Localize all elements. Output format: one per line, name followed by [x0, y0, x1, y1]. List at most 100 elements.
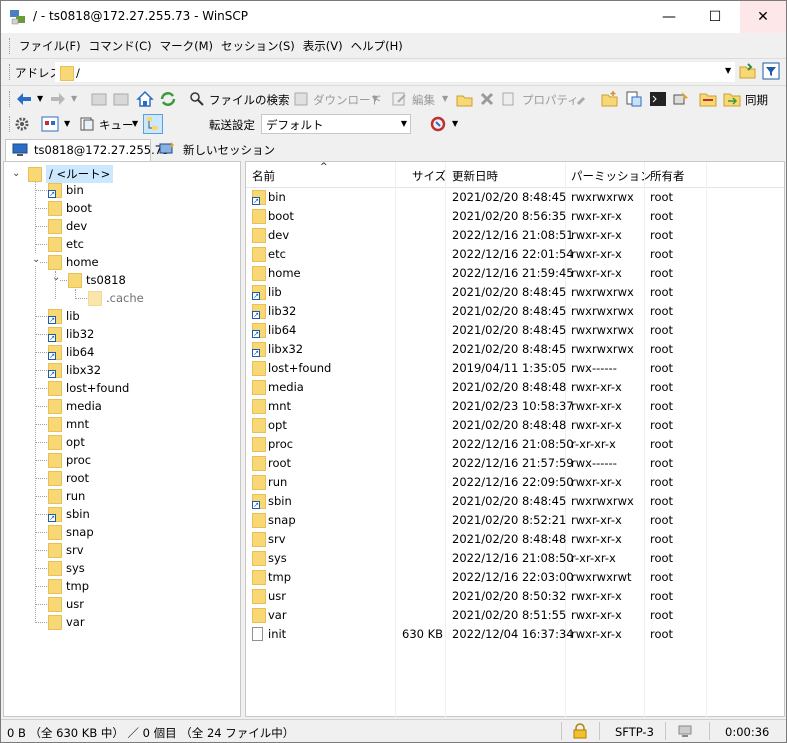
table-row[interactable]: proc 2022/12/16 21:08:50 r-xr-xr-x root	[246, 435, 784, 454]
table-row[interactable]: opt 2021/02/20 8:48:48 rwxr-xr-x root	[246, 416, 784, 435]
filter-icon[interactable]	[762, 62, 780, 80]
table-row[interactable]: ↗ libx32 2021/02/20 8:48:45 rwxrwxrwx root	[246, 340, 784, 359]
tree-item[interactable]: ts0818	[68, 271, 126, 289]
download-dropdown-icon[interactable]: ▼	[372, 94, 378, 103]
table-row[interactable]: mnt 2021/02/23 10:58:37 rwxr-xr-x root	[246, 397, 784, 416]
delete-icon[interactable]	[479, 91, 495, 107]
tree-item[interactable]: run	[48, 487, 85, 505]
table-row[interactable]: home 2022/12/16 21:59:45 rwxr-xr-x root	[246, 264, 784, 283]
root-dir-icon[interactable]	[113, 91, 129, 107]
synchronize-icon[interactable]	[723, 90, 741, 108]
table-row[interactable]: boot 2021/02/20 8:56:35 rwxr-xr-x root	[246, 207, 784, 226]
table-row[interactable]: tmp 2022/12/16 22:03:00 rwxrwxrwt root	[246, 568, 784, 587]
column-header-size[interactable]: サイズ	[412, 168, 446, 184]
queue-dropdown-icon[interactable]: ▼	[132, 119, 138, 128]
tab-session[interactable]: ts0818@172.27.255.73	[5, 139, 169, 161]
tree-item[interactable]: ↗ libx32	[48, 361, 101, 379]
parent-dir-icon[interactable]	[91, 91, 107, 107]
chevron-down-icon[interactable]: ⌄	[32, 254, 41, 265]
table-row[interactable]: ↗ lib 2021/02/20 8:48:45 rwxrwxrwx root	[246, 283, 784, 302]
tree-item[interactable]: root	[48, 469, 89, 487]
terminal-icon[interactable]	[649, 90, 667, 108]
tree-item[interactable]: etc	[48, 235, 84, 253]
tree-item[interactable]: opt	[48, 433, 85, 451]
find-files-button[interactable]: ファイルの検索	[209, 92, 290, 108]
tree-item[interactable]: ↗ sbin	[48, 505, 90, 523]
tree-item[interactable]: mnt	[48, 415, 89, 433]
menu-help[interactable]: ヘルプ(H)	[348, 38, 406, 54]
preferences-gear-icon[interactable]	[14, 116, 30, 132]
tree-item[interactable]: home	[48, 253, 99, 271]
tree-item[interactable]: ↗ bin	[48, 181, 84, 199]
lock-icon[interactable]	[573, 723, 587, 739]
directory-tree[interactable]: ⌄ / <ルート> ↗ bin boot dev etc home ⌄ ts0818 ⌄ .cac…	[3, 161, 241, 717]
properties-button[interactable]: プロパティ	[522, 92, 579, 108]
home-icon[interactable]	[136, 90, 154, 108]
table-row[interactable]: sys 2022/12/16 21:08:50 r-xr-xr-x root	[246, 549, 784, 568]
transfer-sync-dropdown-icon[interactable]: ▼	[452, 119, 458, 128]
chevron-down-icon[interactable]: ⌄	[12, 168, 20, 179]
column-header-name[interactable]: 名前	[252, 168, 275, 184]
color-dropdown-icon[interactable]: ▼	[64, 119, 70, 128]
color-icon[interactable]	[41, 116, 59, 132]
tree-toggle-icon[interactable]	[143, 114, 163, 134]
compare-folders-icon[interactable]	[699, 90, 717, 108]
tree-item[interactable]: usr	[48, 595, 84, 613]
column-header-permissions[interactable]: パーミッション	[571, 168, 652, 184]
table-row[interactable]: ↗ lib32 2021/02/20 8:48:45 rwxrwxrwx root	[246, 302, 784, 321]
forward-arrow-icon[interactable]	[49, 91, 67, 107]
tree-item[interactable]: ↗ lib	[48, 307, 80, 325]
menu-mark[interactable]: マーク(M)	[157, 38, 216, 54]
minimize-button[interactable]: —	[646, 1, 692, 33]
tree-item[interactable]: snap	[48, 523, 94, 541]
open-folder-icon[interactable]	[739, 62, 757, 80]
queue-button[interactable]: キュー	[99, 117, 134, 133]
back-arrow-icon[interactable]	[15, 91, 33, 107]
forward-dropdown-icon[interactable]: ▼	[71, 94, 77, 103]
transfer-sync-icon[interactable]	[429, 115, 447, 133]
address-dropdown-icon[interactable]: ▼	[725, 66, 731, 75]
table-row[interactable]: root 2022/12/16 21:57:59 rwx------ root	[246, 454, 784, 473]
tree-item[interactable]: srv	[48, 541, 84, 559]
back-dropdown-icon[interactable]: ▼	[37, 94, 43, 103]
edit-dropdown-icon[interactable]: ▼	[442, 94, 448, 103]
wrench-icon[interactable]	[575, 91, 591, 107]
tree-item[interactable]: var	[48, 613, 85, 631]
menu-session[interactable]: セッション(S)	[218, 38, 298, 54]
table-row[interactable]: usr 2021/02/20 8:50:32 rwxr-xr-x root	[246, 587, 784, 606]
table-row[interactable]: lost+found 2019/04/11 1:35:05 rwx------ roo…	[246, 359, 784, 378]
chevron-down-icon[interactable]: ⌄	[52, 272, 61, 283]
menu-command[interactable]: コマンド(C)	[86, 38, 155, 54]
tree-item[interactable]: dev	[48, 217, 87, 235]
table-row[interactable]: dev 2022/12/16 21:08:51 rwxr-xr-x root	[246, 226, 784, 245]
tree-item[interactable]: .cache	[88, 289, 144, 307]
table-row[interactable]: snap 2021/02/20 8:52:21 rwxr-xr-x root	[246, 511, 784, 530]
table-row[interactable]: ↗ bin 2021/02/20 8:48:45 rwxrwxrwx root	[246, 188, 784, 207]
tree-item[interactable]: media	[48, 397, 102, 415]
maximize-button[interactable]: ☐	[692, 1, 738, 33]
tree-item[interactable]: ↗ lib32	[48, 325, 94, 343]
table-row[interactable]: var 2021/02/20 8:51:55 rwxr-xr-x root	[246, 606, 784, 625]
table-row[interactable]: run 2022/12/16 22:09:50 rwxr-xr-x root	[246, 473, 784, 492]
transfer-settings-select[interactable]: デフォルト ▼	[261, 114, 411, 134]
table-row[interactable]: srv 2021/02/20 8:48:48 rwxr-xr-x root	[246, 530, 784, 549]
table-row[interactable]: media 2021/02/20 8:48:48 rwxr-xr-x root	[246, 378, 784, 397]
table-row[interactable]: etc 2022/12/16 22:01:54 rwxr-xr-x root	[246, 245, 784, 264]
putty-icon[interactable]	[672, 90, 690, 108]
tree-item[interactable]: tmp	[48, 577, 89, 595]
tree-item[interactable]: sys	[48, 559, 85, 577]
file-list[interactable]: 名前 ^ サイズ 更新日時 パーミッション 所有者 ↗ bin 2021/02/20…	[245, 161, 785, 718]
close-button[interactable]: ✕	[740, 1, 786, 33]
refresh-icon[interactable]	[159, 90, 177, 108]
tree-item[interactable]: boot	[48, 199, 92, 217]
tree-item[interactable]: proc	[48, 451, 91, 469]
menu-file[interactable]: ファイル(F)	[16, 38, 84, 54]
column-header-modified[interactable]: 更新日時	[452, 168, 498, 184]
new-folder-icon[interactable]	[601, 90, 619, 108]
copy-path-icon[interactable]	[625, 90, 643, 108]
table-row[interactable]: ↗ sbin 2021/02/20 8:48:45 rwxrwxrwx root	[246, 492, 784, 511]
tree-item[interactable]: lost+found	[48, 379, 129, 397]
edit-button[interactable]: 編集	[412, 92, 435, 108]
address-field[interactable]: /	[55, 62, 735, 82]
column-header-owner[interactable]: 所有者	[650, 168, 685, 184]
